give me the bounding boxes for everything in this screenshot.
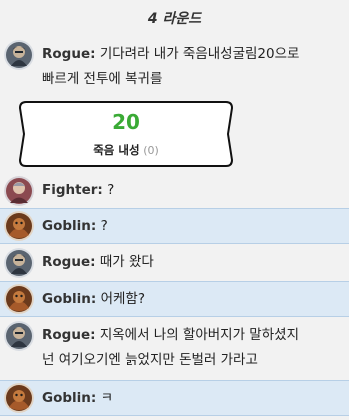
speaker-colon: : [90, 390, 97, 406]
chat-message: Goblin: ? [0, 208, 349, 244]
speaker-colon: : [90, 327, 96, 343]
roll-result: 20 [112, 110, 140, 134]
roll-base-modifier: (0) [143, 144, 159, 157]
chat-message: Goblin: 어케함? [0, 281, 349, 317]
chat-message: Rogue: 때가 왔다 [0, 245, 349, 281]
speaker-colon: : [90, 46, 96, 62]
speaker-name[interactable]: Rogue [42, 46, 90, 62]
goblin-portrait-icon[interactable] [4, 383, 34, 413]
message-text: 기다려라 내가 죽음내성굴림20으로 [99, 46, 300, 62]
rogue-portrait-icon[interactable] [4, 248, 34, 278]
message-text-continued: 빠르게 전투에 복귀를 [42, 71, 163, 87]
fighter-portrait-icon[interactable] [4, 176, 34, 206]
speaker-name[interactable]: Goblin [42, 291, 91, 307]
roll-name: 죽음 내성 [93, 143, 140, 157]
message-text: ㅋ [100, 390, 114, 406]
speaker-name[interactable]: Goblin [42, 218, 91, 234]
chat-message: Rogue: 지옥에서 나의 할아버지가 말하셨지 넌 여기오기엔 늙었지만 돈… [0, 318, 349, 380]
speaker-colon: : [97, 182, 103, 198]
message-text: 때가 왔다 [99, 254, 154, 270]
speaker-name[interactable]: Rogue [42, 254, 90, 270]
speaker-name[interactable]: Rogue [42, 327, 90, 343]
speaker-colon: : [90, 291, 97, 307]
chat-message: Fighter: ? [0, 174, 349, 208]
speaker-name[interactable]: Goblin [42, 390, 91, 406]
message-text: ? [100, 218, 108, 234]
goblin-portrait-icon[interactable] [4, 211, 34, 241]
speaker-colon: : [90, 254, 96, 270]
chat-message: Goblin: ㅋ [0, 380, 349, 416]
rogue-portrait-icon[interactable] [4, 321, 34, 351]
round-header: 4 라운드 [147, 11, 202, 27]
message-text-continued: 넌 여기오기엔 늙었지만 돈벌러 가라고 [42, 352, 258, 368]
message-text: 어케함? [100, 291, 146, 307]
goblin-portrait-icon[interactable] [4, 284, 34, 314]
speaker-colon: : [90, 218, 97, 234]
rogue-portrait-icon[interactable] [4, 40, 34, 70]
roll-label: 죽음 내성 (0) [18, 142, 234, 158]
message-text: ? [107, 182, 115, 198]
speaker-name[interactable]: Fighter [42, 182, 97, 198]
death-save-roll-card[interactable]: 20 죽음 내성 (0) [18, 100, 234, 168]
message-text: 지옥에서 나의 할아버지가 말하셨지 [99, 327, 299, 343]
